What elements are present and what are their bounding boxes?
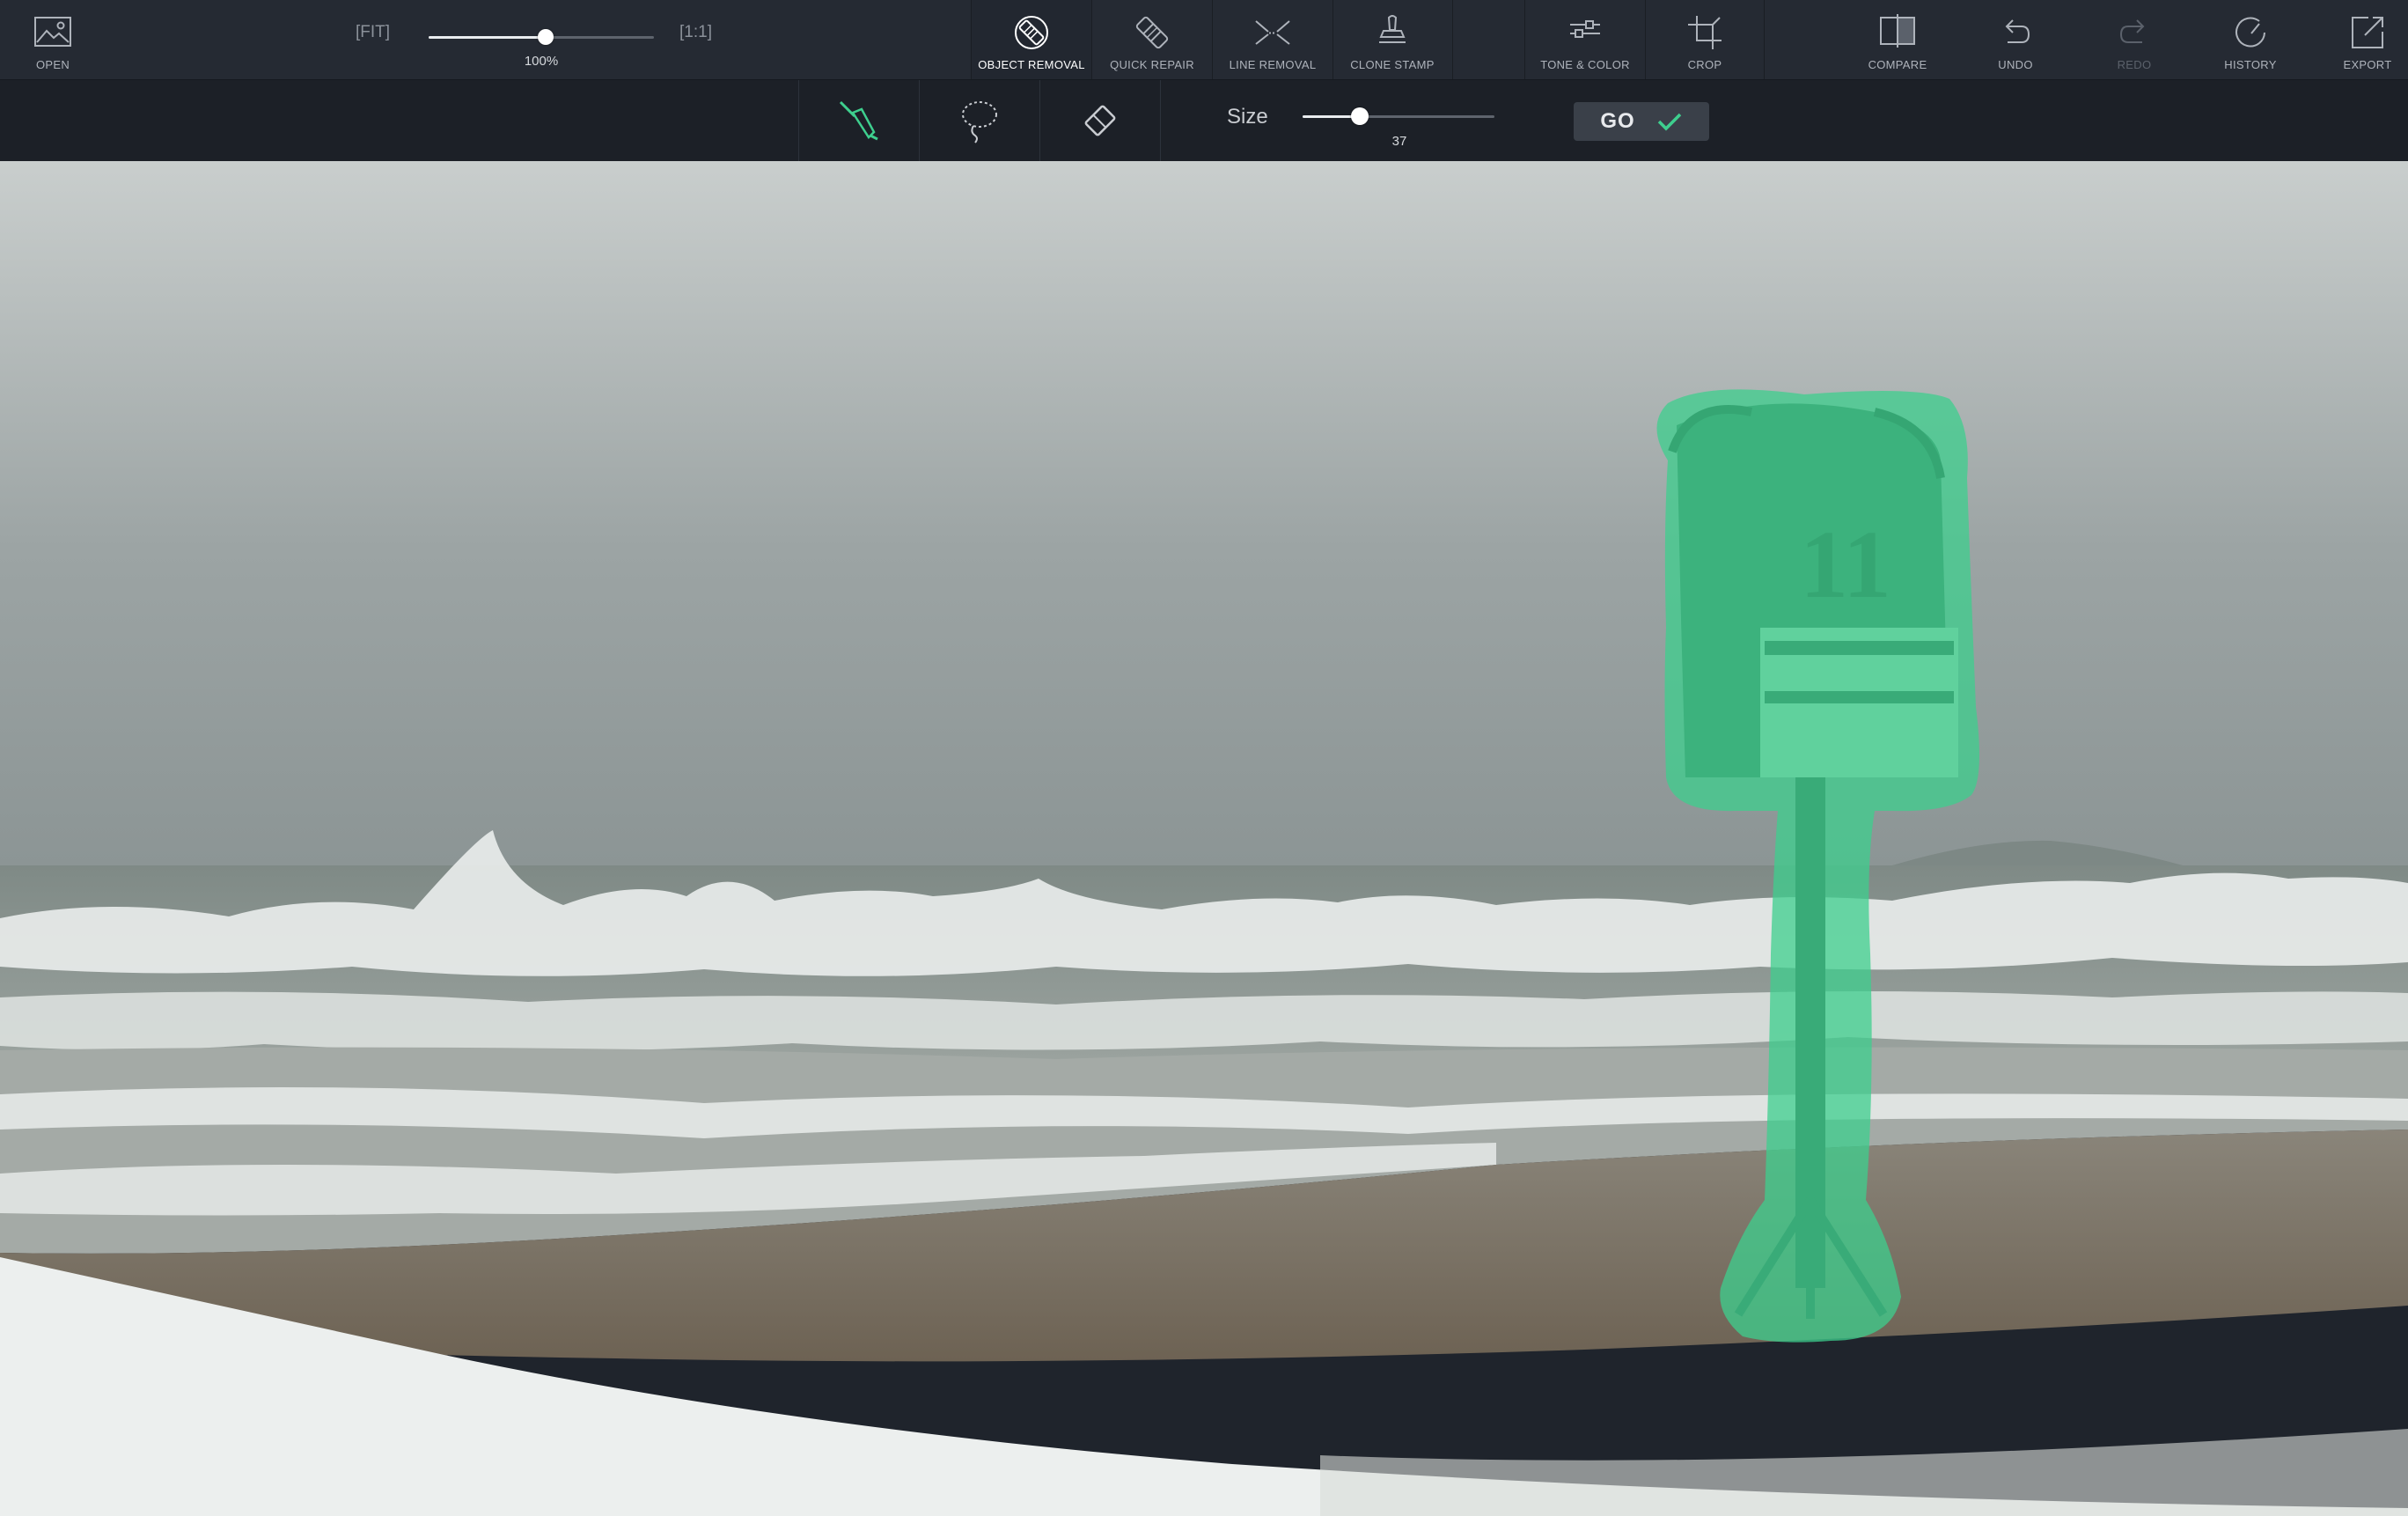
undo-button[interactable]: UNDO xyxy=(1980,0,2051,79)
brush-size-label: Size xyxy=(1227,105,1268,129)
tone-color-label: TONE & COLOR xyxy=(1540,58,1630,71)
zoom-one-to-one-button[interactable]: [1:1] xyxy=(679,23,712,42)
zoom-value: 100% xyxy=(524,54,559,69)
zoom-slider[interactable] xyxy=(429,29,654,45)
clone-stamp-button[interactable]: CLONE STAMP xyxy=(1333,0,1451,79)
toolbar-divider xyxy=(1160,80,1161,161)
compare-label: COMPARE xyxy=(1868,58,1927,71)
undo-label: UNDO xyxy=(1998,58,2033,71)
brush-size-slider[interactable] xyxy=(1303,107,1494,125)
tone-color-button[interactable]: TONE & COLOR xyxy=(1525,0,1645,79)
zoom-fit-button[interactable]: [FIT] xyxy=(356,23,390,42)
lasso-tool-button[interactable] xyxy=(920,80,1039,161)
go-button[interactable]: GO xyxy=(1574,102,1709,141)
stamp-icon xyxy=(1379,15,1406,43)
eraser-icon xyxy=(1084,105,1116,136)
toolbar-divider xyxy=(1764,0,1765,79)
compare-icon xyxy=(1880,14,1915,48)
export-button[interactable]: EXPORT xyxy=(2332,0,2403,79)
quick-repair-button[interactable]: QUICK REPAIR xyxy=(1092,0,1212,79)
export-icon xyxy=(2352,17,2383,48)
brush-icon xyxy=(839,100,878,141)
checkmark-icon xyxy=(1657,113,1681,131)
beach-photo: 11 xyxy=(0,161,2408,1516)
line-removal-label: LINE REMOVAL xyxy=(1229,58,1317,71)
crop-label: CROP xyxy=(1687,58,1722,71)
sliders-icon xyxy=(1570,20,1600,38)
snow-shadow xyxy=(1320,1429,2408,1516)
eraser-tool-button[interactable] xyxy=(1040,80,1160,161)
toolbar-divider xyxy=(1452,0,1453,79)
object-removal-icon xyxy=(1015,16,1048,49)
undo-icon xyxy=(2005,19,2030,43)
brush-tool-button[interactable] xyxy=(799,80,919,161)
line-removal-icon xyxy=(1255,20,1290,45)
history-label: HISTORY xyxy=(2224,58,2277,71)
crop-button[interactable]: CROP xyxy=(1646,0,1764,79)
go-label: GO xyxy=(1600,109,1635,133)
sky xyxy=(0,161,2408,865)
history-icon xyxy=(2235,17,2265,48)
brush-size-slider-thumb[interactable] xyxy=(1351,107,1369,125)
line-removal-button[interactable]: LINE REMOVAL xyxy=(1213,0,1332,79)
zoom-slider-thumb[interactable] xyxy=(538,29,554,45)
redo-button[interactable]: REDO xyxy=(2099,0,2169,79)
image-icon xyxy=(34,17,71,47)
quick-repair-label: QUICK REPAIR xyxy=(1110,58,1194,71)
compare-button[interactable]: COMPARE xyxy=(1857,0,1938,79)
lasso-icon xyxy=(962,101,997,144)
redo-label: REDO xyxy=(2117,58,2152,71)
redo-icon xyxy=(2119,19,2145,43)
brush-size-value: 37 xyxy=(1391,134,1407,149)
foam-band xyxy=(0,990,2408,1052)
history-button[interactable]: HISTORY xyxy=(2215,0,2286,79)
object-removal-label: OBJECT REMOVAL xyxy=(978,58,1085,71)
clone-stamp-label: CLONE STAMP xyxy=(1350,58,1435,71)
main-toolbar: OPEN [FIT] 100% [1:1] OBJECT REMOVAL QUI… xyxy=(0,0,2408,80)
open-label: OPEN xyxy=(35,58,70,71)
export-label: EXPORT xyxy=(2343,58,2392,71)
zoom-slider-fill xyxy=(429,36,546,39)
object-removal-options-bar: Size 37 GO xyxy=(0,80,2408,161)
bandage-icon xyxy=(1135,16,1169,49)
crop-icon xyxy=(1688,16,1722,49)
open-button[interactable]: OPEN xyxy=(18,0,88,79)
object-removal-button[interactable]: OBJECT REMOVAL xyxy=(972,0,1091,79)
image-canvas[interactable]: 11 xyxy=(0,161,2408,1516)
